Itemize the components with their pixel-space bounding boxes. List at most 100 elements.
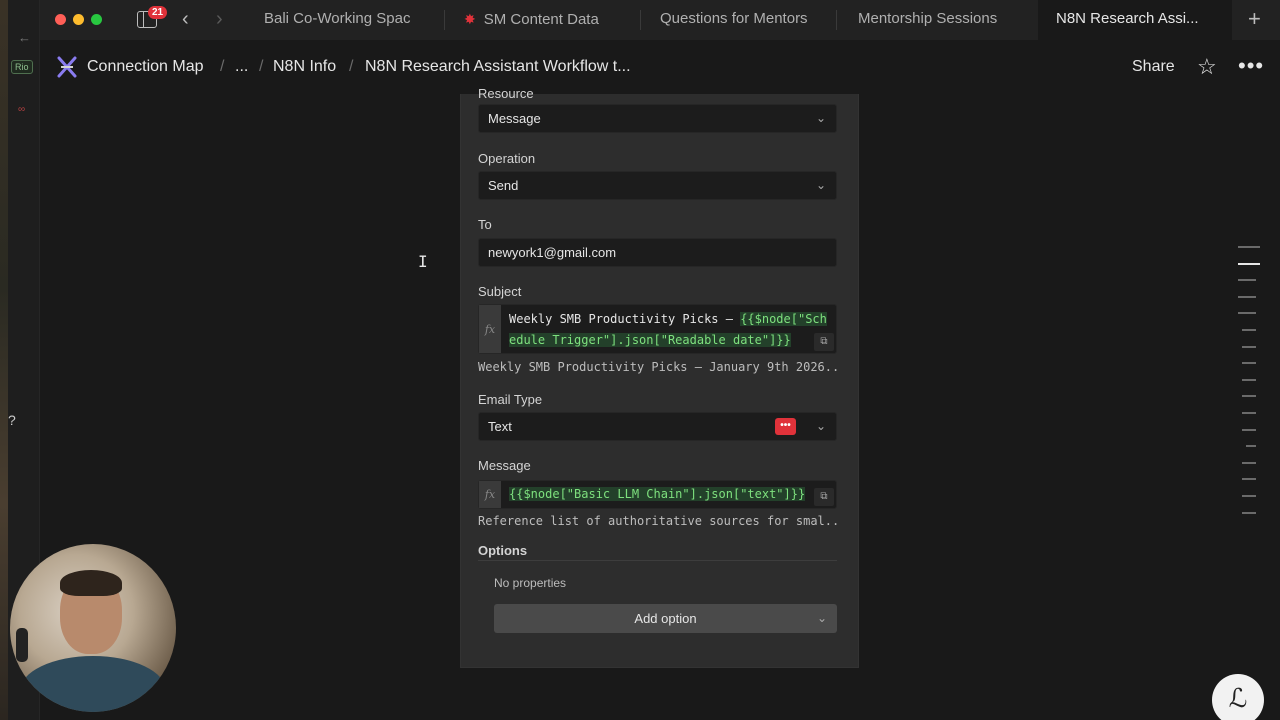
add-option-label: Add option bbox=[634, 611, 697, 626]
chevron-down-icon: ⌄ bbox=[816, 611, 827, 625]
minimize-window-button[interactable] bbox=[73, 14, 84, 25]
maximize-window-button[interactable] bbox=[91, 14, 102, 25]
node-parameters-panel: Resource Message ⌄ Operation Send ⌄ To n… bbox=[460, 86, 859, 668]
outline-line[interactable] bbox=[1242, 411, 1256, 414]
tab-label: SM Content Data bbox=[483, 11, 599, 28]
breadcrumb-separator: / bbox=[220, 58, 225, 75]
outline-line[interactable] bbox=[1242, 378, 1256, 381]
chevron-down-icon: ⌄ bbox=[815, 111, 826, 125]
connection-map-logo-icon bbox=[57, 56, 77, 78]
extension-dots-icon[interactable]: ••• bbox=[775, 418, 796, 435]
outline-line[interactable] bbox=[1242, 494, 1256, 497]
outline-line[interactable] bbox=[1242, 478, 1256, 481]
outline-line[interactable] bbox=[1246, 445, 1256, 448]
subject-expression-input[interactable]: fx Weekly SMB Productivity Picks – {{$no… bbox=[478, 304, 837, 354]
email-type-value: Text bbox=[488, 419, 512, 434]
breadcrumb-separator: / bbox=[349, 58, 354, 75]
arrow-left-icon[interactable]: ← bbox=[18, 30, 31, 45]
webcam-overlay bbox=[10, 544, 176, 712]
breadcrumb-ellipsis[interactable]: ... bbox=[235, 58, 248, 76]
tab-sm-content-data[interactable]: ✸ SM Content Data bbox=[464, 0, 640, 40]
tab-bar: 21 ‹ › Bali Co-Working Spac ✸ SM Content … bbox=[40, 0, 1280, 40]
chevron-down-icon: ⌄ bbox=[815, 419, 826, 433]
desktop-background bbox=[0, 0, 8, 720]
email-type-select[interactable]: Text ••• ⌄ bbox=[478, 412, 837, 441]
app-window: ← Rio ∞ ? 21 ‹ › Bali Co-Working Spac ✸ S… bbox=[0, 0, 1280, 720]
tab-divider bbox=[444, 10, 445, 30]
resource-label: Resource bbox=[478, 86, 534, 98]
breadcrumb-separator: / bbox=[259, 58, 264, 75]
tab-mentorship-sessions[interactable]: Mentorship Sessions bbox=[858, 0, 1038, 40]
subject-expression: Weekly SMB Productivity Picks – {{$node[… bbox=[509, 309, 830, 351]
outline-line[interactable] bbox=[1238, 295, 1256, 298]
tab-divider bbox=[640, 10, 641, 30]
operation-label: Operation bbox=[478, 151, 536, 166]
outline-line-active[interactable] bbox=[1238, 262, 1260, 265]
close-window-button[interactable] bbox=[55, 14, 66, 25]
tab-label: N8N Research Assi... bbox=[1056, 10, 1199, 27]
options-label: Options bbox=[478, 543, 528, 558]
assistant-app-icon[interactable]: ℒ bbox=[1212, 674, 1264, 720]
page-outline-minimap[interactable] bbox=[1238, 246, 1260, 528]
subject-plain-text: Weekly SMB Productivity Picks – bbox=[509, 312, 741, 326]
outline-line[interactable] bbox=[1242, 428, 1256, 431]
page-title[interactable]: N8N Research Assistant Workflow t... bbox=[365, 58, 631, 76]
tab-label: Mentorship Sessions bbox=[858, 10, 998, 27]
tab-n8n-research-assistant[interactable]: N8N Research Assi... bbox=[1038, 0, 1232, 40]
breadcrumb-parent[interactable]: N8N Info bbox=[273, 58, 336, 76]
outline-line[interactable] bbox=[1242, 362, 1256, 365]
to-label: To bbox=[478, 217, 492, 232]
chevron-down-icon: ⌄ bbox=[815, 178, 826, 192]
no-properties-text: No properties bbox=[494, 576, 567, 590]
more-options-icon[interactable]: ••• bbox=[1238, 53, 1264, 79]
tab-label: Bali Co-Working Spac bbox=[264, 10, 411, 27]
page-header: Connection Map / ... / N8N Info / N8N Re… bbox=[40, 40, 1280, 94]
breadcrumb-workspace[interactable]: Connection Map bbox=[87, 58, 204, 76]
open-expression-editor-icon[interactable]: ⧉ bbox=[814, 333, 834, 351]
message-expression: {{$node["Basic LLM Chain"].json["text"]}… bbox=[509, 484, 830, 505]
outline-line[interactable] bbox=[1242, 511, 1256, 514]
subject-label: Subject bbox=[478, 284, 522, 299]
outline-line[interactable] bbox=[1242, 345, 1256, 348]
fx-icon: fx bbox=[479, 481, 501, 508]
fx-icon: fx bbox=[479, 305, 501, 353]
tab-count-badge: 21 bbox=[148, 6, 168, 19]
open-expression-editor-icon[interactable]: ⧉ bbox=[814, 488, 834, 506]
text-cursor-icon: I bbox=[418, 252, 428, 271]
outline-line[interactable] bbox=[1238, 246, 1260, 248]
outline-line[interactable] bbox=[1242, 461, 1256, 464]
operation-value: Send bbox=[488, 178, 519, 193]
help-icon[interactable]: ? bbox=[8, 412, 16, 428]
webcam-person-shirt bbox=[20, 656, 166, 712]
resource-select[interactable]: Message ⌄ bbox=[478, 104, 837, 133]
tab-bali-co-working[interactable]: Bali Co-Working Spac bbox=[264, 0, 434, 40]
share-button[interactable]: Share bbox=[1132, 58, 1175, 76]
email-type-label: Email Type bbox=[478, 392, 543, 407]
outline-line[interactable] bbox=[1242, 328, 1256, 331]
notion-red-icon: ✸ bbox=[464, 11, 476, 27]
star-icon[interactable]: ☆ bbox=[1197, 54, 1217, 80]
message-expression-input[interactable]: fx {{$node["Basic LLM Chain"].json["text… bbox=[478, 480, 837, 509]
outline-line[interactable] bbox=[1238, 279, 1256, 282]
message-preview: Reference list of authoritative sources … bbox=[478, 514, 838, 528]
outline-line[interactable] bbox=[1242, 395, 1256, 398]
operation-select[interactable]: Send ⌄ bbox=[478, 171, 837, 200]
message-expression-highlight: {{$node["Basic LLM Chain"].json["text"]}… bbox=[509, 487, 806, 501]
to-input[interactable]: newyork1@gmail.com bbox=[478, 238, 837, 267]
chevron-right-icon[interactable]: › bbox=[216, 8, 223, 31]
squiggle-icon: ∞ bbox=[18, 104, 26, 115]
chevron-left-icon[interactable]: ‹ bbox=[182, 8, 189, 31]
tab-questions-for-mentors[interactable]: Questions for Mentors bbox=[660, 0, 820, 40]
microphone-icon bbox=[16, 628, 28, 662]
plus-icon[interactable]: + bbox=[1248, 6, 1261, 32]
rio-tag[interactable]: Rio bbox=[11, 60, 33, 74]
add-option-button[interactable]: Add option ⌄ bbox=[494, 604, 837, 633]
outline-line[interactable] bbox=[1238, 312, 1256, 315]
message-label: Message bbox=[478, 458, 531, 473]
tab-divider bbox=[836, 10, 837, 30]
tab-label: Questions for Mentors bbox=[660, 10, 808, 27]
resource-value: Message bbox=[488, 111, 541, 126]
to-value: newyork1@gmail.com bbox=[488, 245, 617, 260]
webcam-person-hair bbox=[60, 570, 122, 596]
options-divider bbox=[478, 560, 837, 561]
